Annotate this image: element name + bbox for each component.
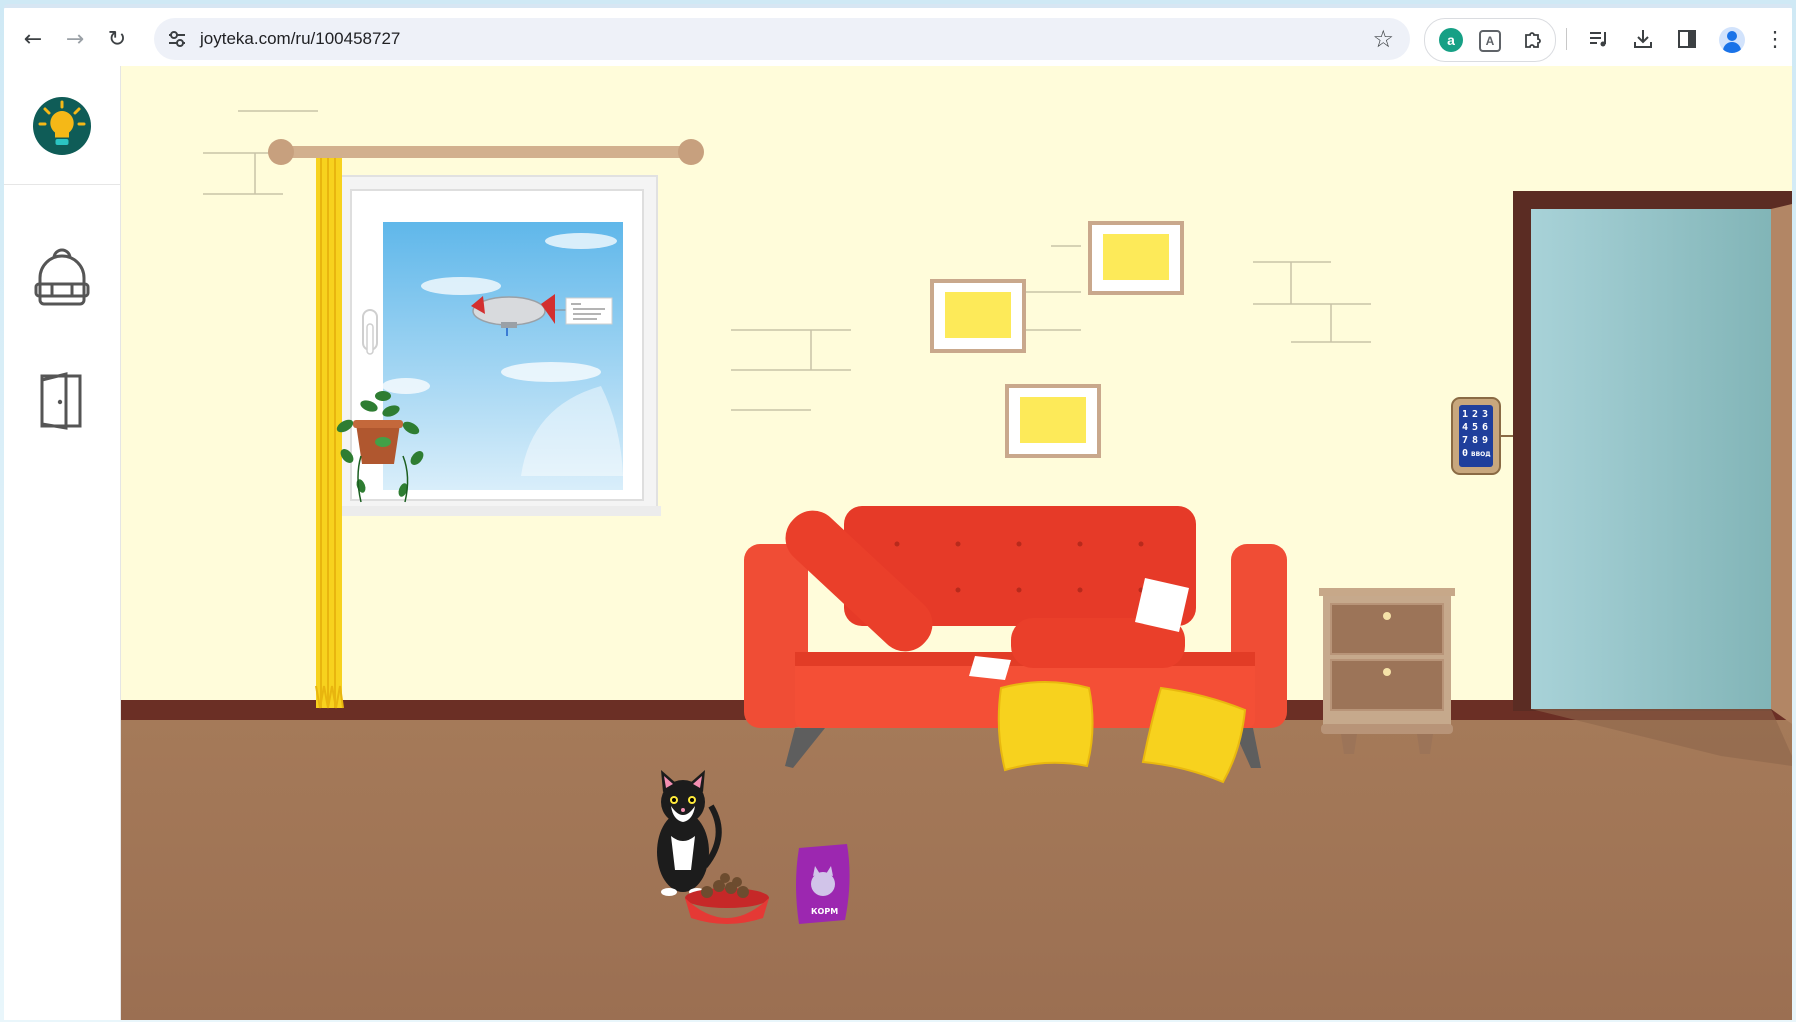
curtain[interactable] (315, 158, 344, 709)
keypad-key[interactable]: 5 (1472, 422, 1478, 433)
profile-body (1723, 42, 1741, 53)
side-panel-button[interactable] (1672, 24, 1702, 54)
tab-strip-edge (4, 4, 1792, 8)
browser-toolbar: ← → ↻ joyteka.com/ru/100458727 ☆ a A ⋮ (4, 4, 1792, 66)
door-exit-icon[interactable] (32, 368, 92, 432)
cat-food-bag[interactable]: КОРМ (796, 844, 850, 924)
bookmark-star-icon[interactable]: ☆ (1372, 25, 1394, 53)
site-info-button[interactable] (164, 26, 190, 52)
keypad-key[interactable]: 2 (1472, 409, 1478, 420)
backpack-icon[interactable] (32, 244, 92, 308)
keypad-enter-key[interactable]: ВВОД (1471, 451, 1491, 458)
profile-head (1727, 31, 1737, 41)
lightbulb-logo-icon[interactable] (32, 96, 92, 156)
nightstand[interactable] (1319, 588, 1455, 754)
window[interactable] (335, 175, 661, 516)
keypad-key[interactable]: 4 (1462, 422, 1468, 433)
reload-icon: ↻ (107, 26, 127, 52)
picture-frame-top[interactable] (1088, 221, 1184, 295)
media-control-button[interactable] (1584, 24, 1614, 54)
keypad-key[interactable]: 3 (1482, 409, 1488, 420)
keypad-key[interactable]: 7 (1462, 435, 1468, 446)
arrow-right-icon: → (65, 26, 85, 52)
paper-note[interactable] (969, 656, 1011, 680)
forward-button[interactable]: → (60, 24, 90, 54)
game-sidebar (4, 66, 121, 1020)
a-extension-letter: a (1447, 32, 1455, 48)
exit-door[interactable] (1513, 191, 1792, 766)
page-content: 1 2 3 4 5 6 7 8 9 0 ВВОД КОРМ (4, 66, 1792, 1020)
downloads-button[interactable] (1628, 24, 1658, 54)
tune-icon (169, 31, 185, 47)
toolbar-separator (1566, 28, 1567, 50)
playlist-icon (1590, 32, 1606, 47)
address-bar[interactable]: joyteka.com/ru/100458727 ☆ (154, 18, 1410, 60)
url-text[interactable]: joyteka.com/ru/100458727 (200, 29, 400, 49)
puzzle-icon-shape (1525, 32, 1541, 48)
back-button[interactable]: ← (18, 24, 48, 54)
side-panel-icon (1678, 30, 1696, 48)
puzzle-icon[interactable] (1521, 28, 1545, 52)
keypad-key[interactable]: 8 (1472, 435, 1478, 446)
keypad-key[interactable]: 0 (1462, 448, 1468, 459)
reload-button[interactable]: ↻ (102, 24, 132, 54)
bag-extension-icon[interactable]: A (1479, 30, 1501, 52)
bag-extension-letter: A (1485, 34, 1495, 48)
picture-frame-bottom[interactable] (1005, 384, 1101, 458)
browser-window: ← → ↻ joyteka.com/ru/100458727 ☆ a A ⋮ 1… (0, 0, 1796, 1022)
download-icon (1634, 30, 1652, 48)
a-extension-icon[interactable]: a (1439, 28, 1463, 52)
browser-menu-button[interactable]: ⋮ (1760, 24, 1790, 54)
keypad-key[interactable]: 9 (1482, 435, 1488, 446)
sidebar-divider (4, 184, 120, 185)
keypad-key[interactable]: 6 (1482, 422, 1488, 433)
keypad-key[interactable]: 1 (1462, 409, 1468, 420)
picture-frame-left[interactable] (930, 279, 1026, 353)
escape-room-scene: 1 2 3 4 5 6 7 8 9 0 ВВОД КОРМ (121, 66, 1792, 1020)
arrow-left-icon: ← (23, 26, 43, 52)
kebab-menu-icon: ⋮ (1764, 27, 1786, 51)
yellow-pillow-left[interactable] (997, 681, 1094, 772)
profile-icon[interactable] (1719, 27, 1745, 53)
extensions-group: a A (1424, 18, 1556, 62)
food-bag-label: КОРМ (811, 907, 838, 916)
floor (121, 720, 1792, 1020)
